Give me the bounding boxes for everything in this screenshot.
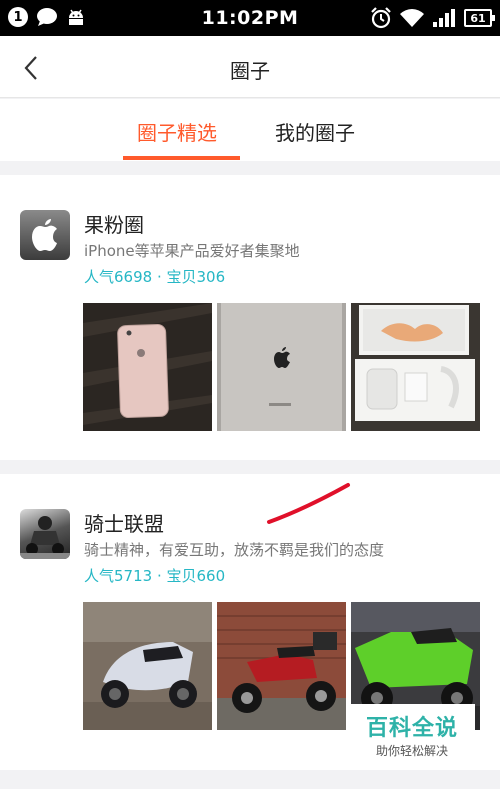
apple-logo-icon bbox=[32, 219, 57, 251]
circle-photos bbox=[83, 303, 480, 431]
photo-thumbnail[interactable] bbox=[217, 303, 346, 431]
circle-name[interactable]: 果粉圈 bbox=[84, 209, 144, 238]
circle-description: 骑士精神，有爱互助，放荡不羁是我们的态度 bbox=[84, 541, 385, 559]
photo-thumbnail[interactable] bbox=[217, 602, 346, 730]
circle-name[interactable]: 骑士联盟 bbox=[84, 508, 164, 537]
page-title: 圈子 bbox=[230, 59, 270, 83]
watermark-subtitle: 助你轻松解决 bbox=[375, 744, 448, 758]
alarm-clock-icon bbox=[371, 7, 391, 29]
circle-stats: 人气6698 · 宝贝306 bbox=[84, 268, 226, 286]
circle-avatar[interactable] bbox=[20, 509, 70, 559]
tab-featured-circles[interactable]: 圈子精选 bbox=[137, 117, 217, 146]
status-right-icons: 61 bbox=[370, 7, 495, 29]
circle-description: iPhone等苹果产品爱好者集聚地 bbox=[84, 242, 300, 260]
status-bar: 1 11:02PM 61 bbox=[0, 0, 500, 36]
circle-stats: 人气5713 · 宝贝660 bbox=[84, 567, 226, 585]
circle-card[interactable]: 果粉圈 iPhone等苹果产品爱好者集聚地 人气6698 · 宝贝306 bbox=[0, 175, 500, 460]
circle-avatar[interactable] bbox=[20, 210, 70, 260]
motorcycle-rider-icon bbox=[20, 516, 70, 559]
active-tab-indicator bbox=[123, 156, 240, 160]
photo-thumbnail[interactable] bbox=[83, 303, 212, 431]
wifi-icon bbox=[400, 9, 424, 27]
watermark-title: 百科全说 bbox=[365, 716, 458, 741]
navigation-bar: 圈子 bbox=[0, 36, 500, 98]
watermark: 百科全说 助你轻松解决 bbox=[349, 704, 475, 766]
photo-thumbnail[interactable] bbox=[351, 303, 480, 431]
photo-thumbnail[interactable] bbox=[83, 602, 212, 730]
annotation-stroke bbox=[267, 483, 350, 524]
signal-icon bbox=[433, 9, 455, 27]
battery-icon: 61 bbox=[464, 9, 495, 27]
tab-my-circles[interactable]: 我的圈子 bbox=[275, 117, 355, 146]
tab-bar: 圈子精选 我的圈子 bbox=[0, 99, 500, 161]
